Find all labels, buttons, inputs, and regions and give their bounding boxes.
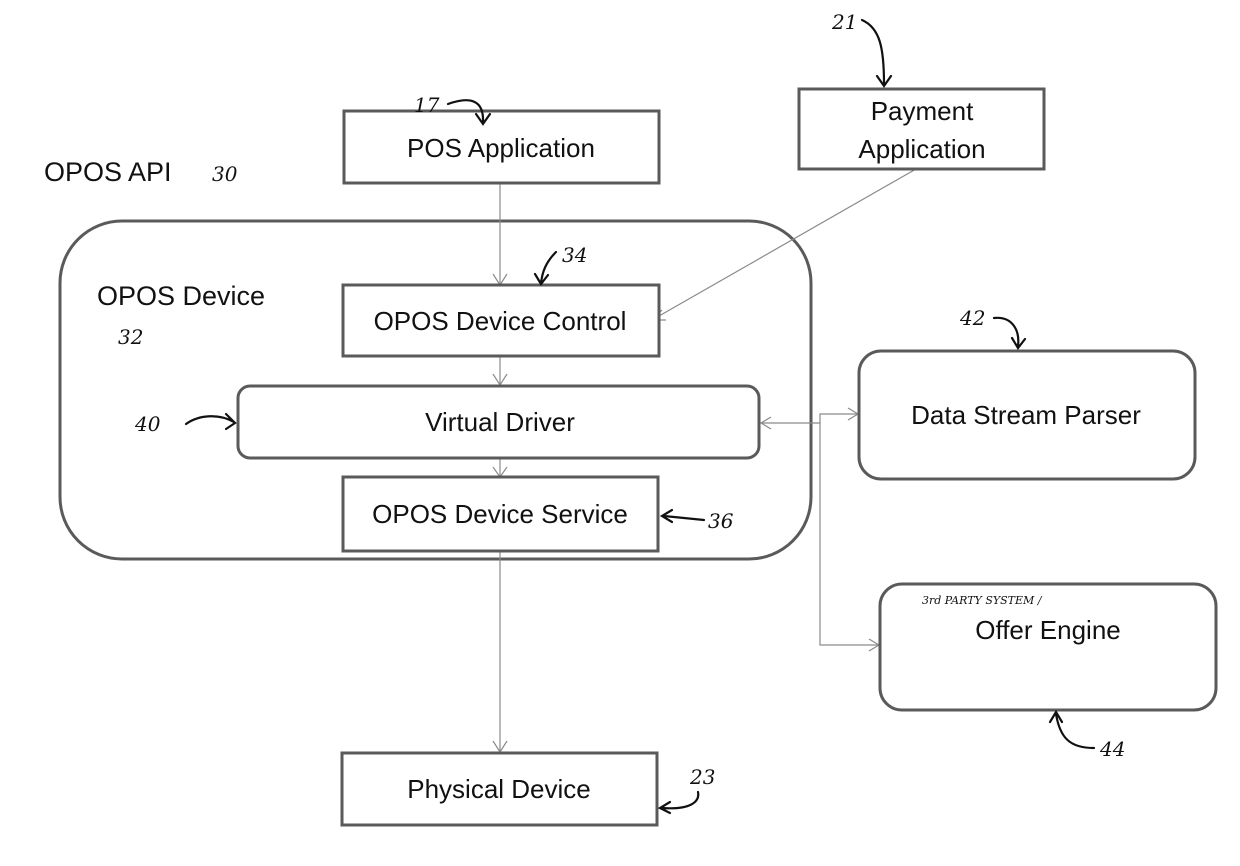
pos-application-node[interactable]: POS Application [342,109,661,185]
virtual-driver-label: Virtual Driver [425,407,575,437]
opos-api-title: OPOS API [44,157,172,187]
offer-engine-annotation: 3rd PARTY SYSTEM / [922,594,1043,607]
offer-engine-label: Offer Engine [975,615,1121,645]
data-stream-parser-label: Data Stream Parser [911,400,1141,430]
ref-arrow-icon [1048,709,1096,750]
payment-application-ref: 21 [831,10,857,34]
payment-application-label-line2: Application [858,134,985,164]
pos-application-ref: 17 [414,93,440,117]
payment-application-label-line1: Payment [871,96,974,126]
physical-device-node[interactable]: Physical Device [340,751,659,827]
payment-application-node[interactable]: Payment Application [797,87,1046,171]
virtual-driver-node[interactable]: Virtual Driver [236,384,761,460]
data-stream-parser-ref: 42 [959,306,985,330]
device-service-ref: 36 [708,509,734,533]
architecture-diagram: OPOS API 30 OPOS Device 32 POS Applicati… [44,10,1218,827]
ref-arrow-icon [657,790,700,815]
physical-device-label: Physical Device [407,774,591,804]
opos-device-label: OPOS Device [97,281,265,311]
ref-arrow-icon [992,316,1027,350]
pos-application-label: POS Application [407,133,595,163]
device-control-ref: 34 [562,243,587,267]
opos-device-service-node[interactable]: OPOS Device Service [341,475,660,553]
data-stream-parser-node[interactable]: Data Stream Parser [857,349,1197,481]
ref-arrow-icon [860,18,893,88]
device-service-label: OPOS Device Service [372,499,628,529]
virtual-driver-ref: 40 [134,412,161,436]
physical-device-ref: 23 [689,765,715,789]
device-control-label: OPOS Device Control [374,306,627,336]
opos-api-ref: 30 [212,162,238,186]
opos-device-control-node[interactable]: OPOS Device Control [341,283,661,358]
offer-engine-ref: 44 [1099,737,1125,761]
opos-device-ref: 32 [118,325,143,349]
